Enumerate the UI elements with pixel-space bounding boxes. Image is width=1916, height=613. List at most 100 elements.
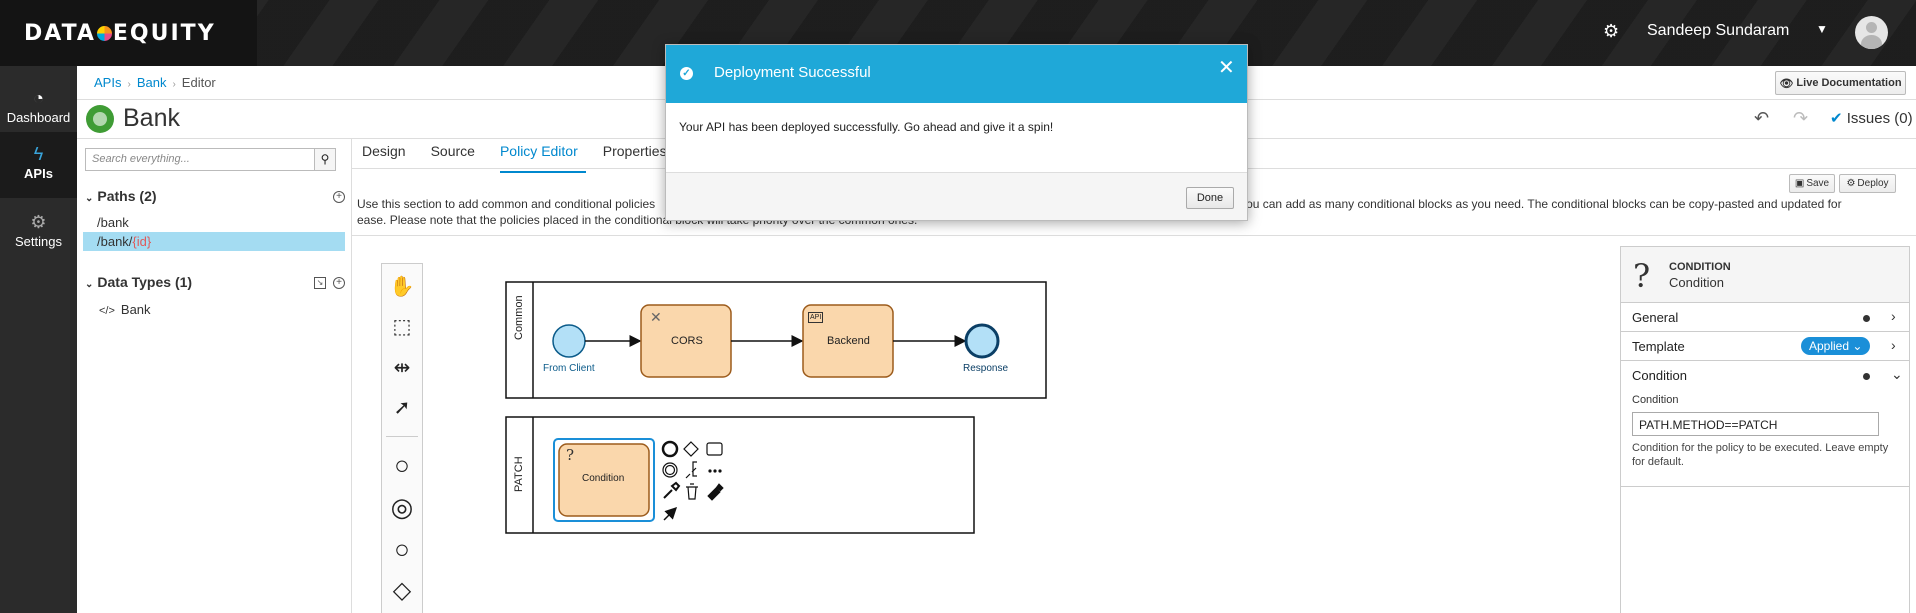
- status-dot: [1863, 373, 1870, 380]
- chevron-down-icon: ⌄: [85, 279, 94, 290]
- backend-label[interactable]: Backend: [827, 335, 870, 347]
- applied-label: Applied: [1809, 339, 1850, 353]
- general-label: General: [1632, 310, 1679, 325]
- search-input[interactable]: Search everything...: [85, 148, 315, 171]
- hand-tool-icon[interactable]: ✋: [382, 274, 422, 299]
- add-datatype-icon[interactable]: +: [333, 277, 345, 289]
- api-icon: [86, 105, 114, 133]
- connect-tool-icon[interactable]: ➚: [382, 395, 422, 420]
- modal-body: Your API has been deployed successfully.…: [679, 120, 1054, 134]
- user-menu-caret-icon[interactable]: ▼: [1816, 22, 1828, 36]
- bolt-icon: ϟ: [33, 144, 44, 164]
- import-datatype-icon[interactable]: ↘: [314, 277, 326, 289]
- datatypes-section-header[interactable]: ⌄ Data Types (1): [85, 274, 192, 290]
- chevron-right-icon: ›: [1891, 308, 1896, 324]
- logo-text: DATA EQUITY: [24, 20, 216, 46]
- gateway-icon[interactable]: ◇: [382, 576, 422, 605]
- save-button[interactable]: ▣ Save: [1789, 174, 1835, 193]
- brand-logo[interactable]: DATA EQUITY: [0, 0, 257, 66]
- breadcrumb-editor: Editor: [181, 75, 216, 90]
- deploy-label: Deploy: [1857, 178, 1889, 189]
- end-event: [964, 323, 1000, 359]
- breadcrumb-separator-icon: ›: [127, 79, 131, 90]
- undo-icon[interactable]: ↶: [1754, 108, 1769, 129]
- applied-dropdown[interactable]: Applied ⌄: [1801, 337, 1871, 355]
- close-icon[interactable]: ✕: [1218, 55, 1235, 80]
- intermediate-event-icon[interactable]: ◎: [382, 492, 422, 523]
- nav-apis[interactable]: ϟ APIs: [0, 132, 77, 198]
- datatypes-header-label: Data Types (1): [97, 274, 193, 290]
- description-line1-rest: You can add as many conditional blocks a…: [1239, 197, 1842, 211]
- deploy-button[interactable]: ⚙ Deploy: [1839, 174, 1896, 193]
- breadcrumb-bank[interactable]: Bank: [137, 75, 167, 90]
- page-title: Bank: [123, 104, 180, 132]
- element-type: CONDITION: [1669, 261, 1731, 273]
- settings-gear-icon[interactable]: ⚙: [1603, 21, 1623, 41]
- api-badge-icon: API: [808, 312, 824, 323]
- breadcrumb: APIs › Bank › Editor: [94, 75, 216, 90]
- paths-section-header[interactable]: ⌄ Paths (2): [85, 188, 157, 204]
- condition-help-text: Condition for the policy to be executed.…: [1632, 442, 1889, 468]
- redo-icon[interactable]: ↷: [1793, 108, 1808, 129]
- logo-dot-icon: [96, 25, 112, 41]
- lane-label-patch: PATCH: [513, 456, 525, 492]
- left-nav: ◔ Dashboard ϟ APIs ⚙ Settings: [0, 66, 77, 613]
- paths-header-label: Paths (2): [97, 188, 157, 204]
- start-event-icon[interactable]: ○: [382, 450, 422, 481]
- live-documentation-button[interactable]: 👁 Live Documentation: [1775, 71, 1906, 95]
- nav-settings-label: Settings: [15, 234, 62, 249]
- nav-settings[interactable]: ⚙ Settings: [0, 200, 77, 266]
- chevron-down-icon: ⌄: [85, 193, 94, 204]
- end-event-icon[interactable]: ○: [382, 534, 422, 565]
- tool-palette: ✋ ⬚ ⇹ ➚ ○ ◎ ○ ◇: [381, 263, 423, 613]
- lane-common: [505, 281, 1047, 399]
- prop-row-template[interactable]: Template Applied ⌄ ›: [1621, 332, 1909, 361]
- add-path-icon[interactable]: +: [333, 191, 345, 203]
- space-tool-icon[interactable]: ⇹: [382, 355, 422, 380]
- path-param: {id}: [132, 234, 152, 249]
- condition-field[interactable]: PATH.METHOD==PATCH: [1632, 412, 1879, 436]
- path-label: /bank/: [97, 234, 133, 249]
- live-documentation-label: Live Documentation: [1796, 77, 1902, 89]
- gears-icon: ⚙: [30, 212, 47, 232]
- issues-label: Issues (0): [1846, 110, 1913, 127]
- divider: [1621, 486, 1909, 487]
- cors-label[interactable]: CORS: [671, 335, 703, 347]
- chevron-down-icon: ⌄: [1891, 366, 1903, 382]
- deployment-modal: ✓ Deployment Successful ✕ Your API has b…: [665, 44, 1248, 221]
- path-item[interactable]: /bank/{id}: [83, 232, 345, 251]
- nav-apis-label: APIs: [24, 166, 53, 181]
- lane-patch: [505, 416, 975, 534]
- search-icon[interactable]: ⚲: [314, 148, 336, 171]
- start-event: [552, 324, 586, 358]
- divider: [386, 436, 418, 437]
- condition-field-label: Condition: [1632, 394, 1679, 406]
- datatype-label: Bank: [120, 302, 151, 317]
- divider: [352, 235, 1916, 236]
- modal-footer: Done: [666, 172, 1247, 220]
- issues-indicator[interactable]: ✔ Issues (0): [1830, 109, 1913, 127]
- datatype-item[interactable]: </> Bank: [99, 302, 151, 317]
- from-client-label: From Client: [543, 363, 595, 374]
- template-label: Template: [1632, 339, 1685, 354]
- dashboard-icon: ◔: [33, 88, 44, 108]
- check-circle-icon: ✓: [680, 67, 693, 80]
- condition-label[interactable]: Condition: [582, 473, 624, 484]
- done-button[interactable]: Done: [1186, 187, 1234, 209]
- description-line1: Use this section to add common and condi…: [357, 197, 656, 211]
- avatar[interactable]: [1855, 16, 1888, 49]
- condition-row-label: Condition: [1632, 368, 1687, 383]
- path-item[interactable]: /bank: [83, 213, 345, 232]
- lasso-tool-icon[interactable]: ⬚: [382, 314, 422, 339]
- breadcrumb-apis[interactable]: APIs: [94, 75, 121, 90]
- status-dot: [1863, 315, 1870, 322]
- user-name[interactable]: Sandeep Sundaram: [1647, 22, 1789, 40]
- prop-row-general[interactable]: General ›: [1621, 303, 1909, 332]
- prop-row-condition[interactable]: Condition ⌄: [1621, 361, 1909, 390]
- check-circle-icon: ✔: [1830, 110, 1843, 127]
- nav-dashboard-label: Dashboard: [6, 110, 71, 125]
- breadcrumb-separator-icon: ›: [172, 79, 176, 90]
- element-name: Condition: [1669, 275, 1724, 290]
- cross-icon: ✕: [650, 309, 662, 325]
- gear-icon: ⚙: [1846, 178, 1856, 189]
